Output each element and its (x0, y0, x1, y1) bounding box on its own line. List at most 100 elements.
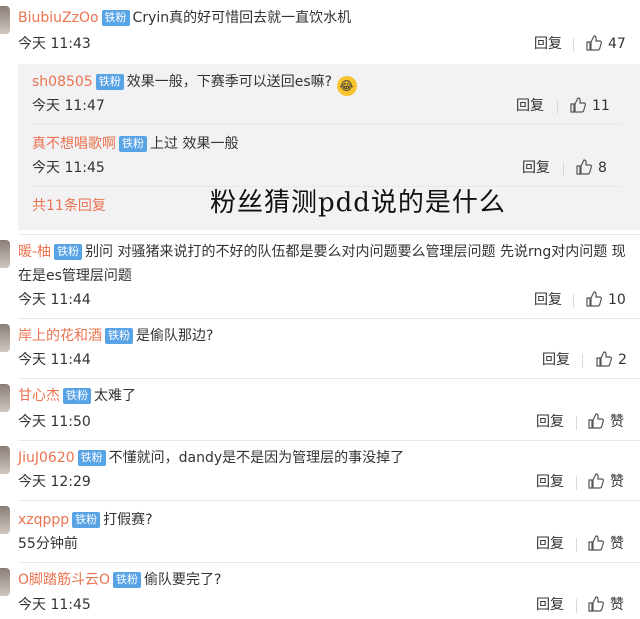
avatar[interactable] (0, 6, 10, 34)
more-replies-link[interactable]: 共11条回复 (32, 196, 106, 216)
thumb-up-icon (588, 535, 604, 551)
separator (576, 476, 577, 490)
thumb-up-icon (588, 596, 604, 612)
divider (32, 124, 622, 125)
thumb-up-icon (588, 413, 604, 429)
comment-text: 上过 效果一般 (150, 136, 239, 152)
avatar[interactable] (0, 568, 10, 596)
comment-line: O脚踏筋斗云O 铁粉 偷队要完了? (18, 570, 221, 590)
reply-button[interactable]: 回复 (534, 34, 562, 54)
username[interactable]: xzqppp (18, 512, 69, 528)
avatar[interactable] (0, 506, 10, 534)
reply-button[interactable]: 回复 (522, 158, 550, 178)
separator (576, 538, 577, 552)
fan-badge: 铁粉 (54, 244, 83, 260)
username[interactable]: 岸上的花和酒 (18, 328, 102, 344)
like-button[interactable]: 赞 (588, 534, 624, 554)
timestamp: 今天 11:45 (18, 597, 91, 613)
thumb-up-icon (576, 159, 592, 175)
separator (573, 294, 574, 308)
fan-badge: 铁粉 (77, 450, 106, 466)
timestamp: 今天 11:50 (18, 414, 91, 430)
comment-line: 甘心杰 铁粉 太难了 (18, 386, 136, 406)
laughing-emoji-icon: 😂 (336, 76, 357, 96)
timestamp: 今天 11:45 (32, 160, 105, 176)
like-count: 8 (598, 160, 607, 176)
separator (563, 162, 564, 176)
divider (18, 500, 640, 501)
praise-label: 赞 (610, 597, 624, 613)
like-button[interactable]: 赞 (588, 412, 624, 432)
username[interactable]: sh08505 (32, 74, 93, 90)
comment-text: 偷队要完了? (144, 572, 222, 588)
comment-text: Cryin真的好可惜回去就一直饮水机 (132, 10, 352, 26)
divider (18, 318, 640, 319)
username[interactable]: BiubiuZzOo (18, 10, 99, 26)
thumb-up-icon (596, 351, 612, 367)
like-button[interactable]: 47 (586, 34, 626, 54)
like-button[interactable]: 赞 (588, 595, 624, 615)
avatar[interactable] (0, 384, 10, 412)
comment-text: 效果一般，下赛季可以送回es嘛? (126, 74, 333, 90)
comment-text: 太难了 (94, 388, 136, 404)
fan-badge: 铁粉 (113, 572, 142, 588)
avatar[interactable] (0, 446, 10, 474)
avatar[interactable] (0, 240, 10, 268)
username[interactable]: 暖-柚 (18, 244, 51, 260)
like-button[interactable]: 2 (596, 350, 627, 370)
comment-text: 别问 对骚猪来说打的不好的队伍都是要么对内问题要么管理层问题 先说rng对内问题… (18, 244, 626, 284)
like-button[interactable]: 8 (576, 158, 607, 178)
fan-badge: 铁粉 (95, 74, 124, 90)
comment-text: 是偷队那边? (136, 328, 214, 344)
like-count: 11 (592, 98, 610, 114)
comment-line: BiubiuZzOo 铁粉 Cryin真的好可惜回去就一直饮水机 (18, 8, 351, 28)
praise-label: 赞 (610, 536, 624, 552)
timestamp: 55分钟前 (18, 536, 78, 552)
comment-line: 岸上的花和酒 铁粉 是偷队那边? (18, 326, 213, 346)
separator (576, 416, 577, 430)
reply-button[interactable]: 回复 (536, 534, 564, 554)
divider (18, 440, 640, 441)
like-button[interactable]: 赞 (588, 472, 624, 492)
like-count: 47 (608, 36, 626, 52)
reply-button[interactable]: 回复 (542, 350, 570, 370)
reply-button[interactable]: 回复 (536, 472, 564, 492)
subreply-line: 真不想唱歌啊 铁粉 上过 效果一般 (32, 134, 238, 154)
separator (573, 38, 574, 52)
timestamp: 今天 11:43 (18, 36, 91, 52)
timestamp: 今天 11:44 (18, 292, 91, 308)
reply-button[interactable]: 回复 (516, 96, 544, 116)
username[interactable]: JiuJ0620 (18, 450, 75, 466)
username[interactable]: O脚踏筋斗云O (18, 572, 110, 588)
timestamp: 今天 11:47 (32, 98, 105, 114)
comment-line: 暖-柚 铁粉 别问 对骚猪来说打的不好的队伍都是要么对内问题要么管理层问题 先说rn… (18, 240, 628, 288)
fan-badge: 铁粉 (105, 328, 133, 344)
comment-line: JiuJ0620 铁粉 不懂就问，dandy是不是因为管理层的事没掉了 (18, 448, 404, 468)
avatar[interactable] (0, 324, 10, 352)
thumb-up-icon (588, 473, 604, 489)
comment-line: xzqppp 铁粉 打假赛? (18, 510, 153, 530)
comment-text: 打假赛? (103, 512, 153, 528)
username[interactable]: 真不想唱歌啊 (32, 136, 116, 152)
fan-badge: 铁粉 (63, 388, 91, 404)
caption-overlay: 粉丝猜测pdd说的是什么 (210, 188, 506, 218)
timestamp: 今天 11:44 (18, 352, 91, 368)
thumb-up-icon (570, 97, 586, 113)
reply-button[interactable]: 回复 (536, 595, 564, 615)
like-button[interactable]: 10 (586, 290, 626, 310)
separator (576, 599, 577, 613)
like-count: 10 (608, 292, 626, 308)
fan-badge: 铁粉 (119, 136, 147, 152)
praise-label: 赞 (610, 414, 624, 430)
divider (18, 234, 640, 235)
reply-button[interactable]: 回复 (534, 290, 562, 310)
praise-label: 赞 (610, 474, 624, 490)
subreply-line: sh08505 铁粉 效果一般，下赛季可以送回es嘛? 😂 (32, 72, 357, 96)
like-button[interactable]: 11 (570, 96, 610, 116)
timestamp: 今天 12:29 (18, 474, 91, 490)
username[interactable]: 甘心杰 (18, 388, 60, 404)
divider (18, 562, 640, 563)
comment-text: 不懂就问，dandy是不是因为管理层的事没掉了 (108, 450, 405, 466)
reply-button[interactable]: 回复 (536, 412, 564, 432)
like-count: 2 (618, 352, 627, 368)
